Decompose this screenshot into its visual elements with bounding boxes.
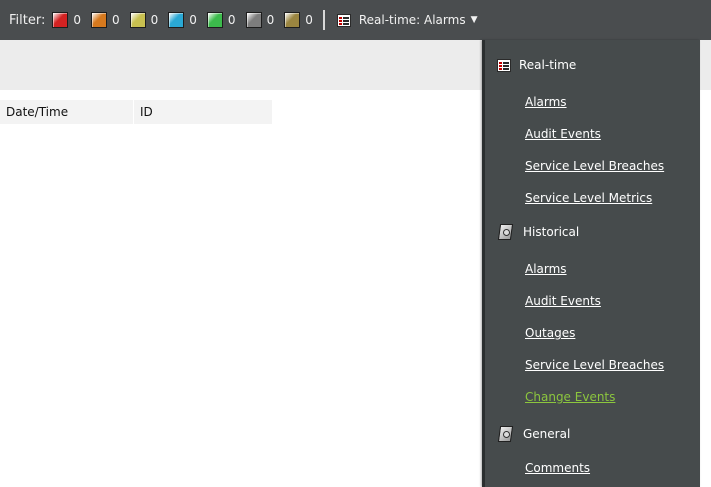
severity-filter-normal[interactable]: 0	[206, 12, 236, 28]
menu-item-historical-audit-events[interactable]: Audit Events	[525, 294, 601, 308]
menu-group-general: General	[497, 425, 570, 443]
severity-major-swatch	[91, 12, 107, 28]
severity-warning-swatch	[168, 12, 185, 28]
menu-group-label: General	[523, 427, 571, 441]
severity-unknown-count: 0	[266, 13, 275, 27]
menu-group-realtime: Real-time	[497, 58, 576, 72]
view-selector-label: Real-time: Alarms	[358, 13, 466, 27]
severity-normal-count: 0	[227, 13, 236, 27]
toolbar-divider	[322, 10, 325, 30]
severity-minor-swatch	[129, 12, 146, 28]
severity-filter-major[interactable]: 0	[91, 12, 120, 28]
severity-filter-minor[interactable]: 0	[129, 12, 159, 28]
severity-warning-count: 0	[189, 13, 197, 27]
severity-unknown-swatch	[245, 12, 262, 28]
menu-item-realtime-alarms[interactable]: Alarms	[525, 95, 567, 109]
severity-filter-warning[interactable]: 0	[168, 12, 197, 28]
history-icon	[497, 223, 515, 241]
view-dropdown-menu: Real-time Alarms Audit Events Service Le…	[482, 40, 700, 487]
menu-item-realtime-service-level-breaches[interactable]: Service Level Breaches	[525, 159, 664, 173]
severity-info-count: 0	[305, 13, 313, 27]
table-icon	[336, 13, 351, 27]
filter-label: Filter:	[9, 12, 46, 28]
severity-info-swatch	[284, 12, 301, 28]
column-header-datetime[interactable]: Date/Time	[0, 100, 134, 124]
severity-minor-count: 0	[150, 13, 159, 27]
severity-critical-swatch	[52, 12, 69, 28]
menu-group-label: Real-time	[519, 58, 577, 72]
severity-filter-info[interactable]: 0	[284, 12, 313, 28]
menu-item-historical-service-level-breaches[interactable]: Service Level Breaches	[525, 358, 664, 372]
menu-item-historical-outages[interactable]: Outages	[525, 326, 575, 340]
history-icon	[497, 425, 515, 443]
menu-item-realtime-service-level-metrics[interactable]: Service Level Metrics	[525, 191, 652, 205]
menu-group-historical: Historical	[497, 223, 579, 241]
severity-normal-swatch	[206, 12, 223, 28]
column-header-id[interactable]: ID	[134, 100, 273, 124]
menu-item-historical-alarms[interactable]: Alarms	[525, 262, 567, 276]
menu-item-general-comments[interactable]: Comments	[525, 461, 590, 475]
severity-major-count: 0	[112, 13, 120, 27]
toolbar: Filter: 0 0 0 0 0 0 0 Real-time: Alarms …	[0, 0, 711, 40]
table-icon	[497, 58, 511, 72]
severity-filter-unknown[interactable]: 0	[245, 12, 275, 28]
chevron-down-icon: ▼	[470, 15, 478, 25]
menu-item-realtime-audit-events[interactable]: Audit Events	[525, 127, 601, 141]
severity-critical-count: 0	[73, 13, 81, 27]
severity-filter-critical[interactable]: 0	[52, 12, 81, 28]
menu-group-label: Historical	[523, 225, 580, 239]
view-selector-button[interactable]: Real-time: Alarms ▼	[336, 13, 478, 27]
menu-item-historical-change-events[interactable]: Change Events	[525, 390, 615, 404]
